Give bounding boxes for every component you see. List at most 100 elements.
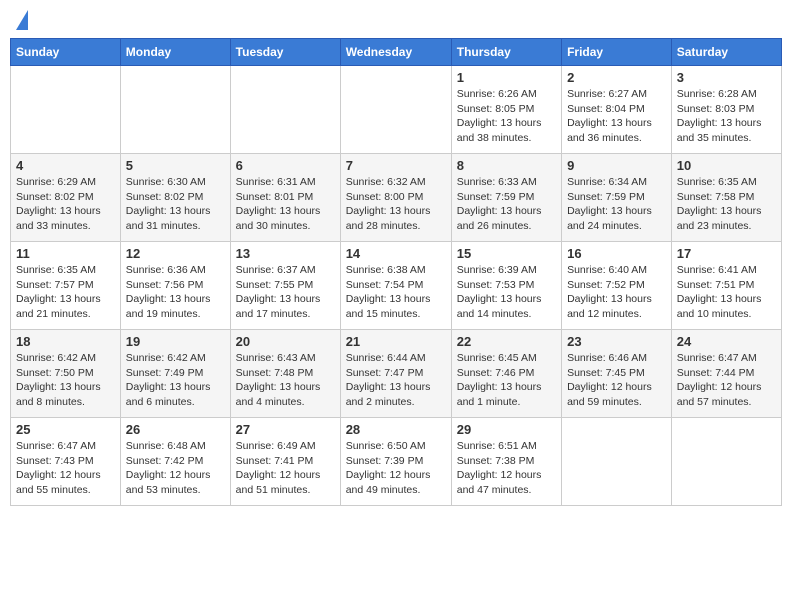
day-info: Sunrise: 6:34 AMSunset: 7:59 PMDaylight:… <box>567 175 666 234</box>
calendar-cell: 15 Sunrise: 6:39 AMSunset: 7:53 PMDayligh… <box>451 242 561 330</box>
header-cell-friday: Friday <box>562 39 672 66</box>
calendar-table: SundayMondayTuesdayWednesdayThursdayFrid… <box>10 38 782 506</box>
day-number: 11 <box>16 246 115 261</box>
calendar-cell <box>11 66 121 154</box>
calendar-cell: 21 Sunrise: 6:44 AMSunset: 7:47 PMDayligh… <box>340 330 451 418</box>
calendar-cell: 18 Sunrise: 6:42 AMSunset: 7:50 PMDayligh… <box>11 330 121 418</box>
calendar-cell: 14Sunrise: 6:38 AMSunset: 7:54 PMDayligh… <box>340 242 451 330</box>
day-number: 9 <box>567 158 666 173</box>
header-cell-thursday: Thursday <box>451 39 561 66</box>
calendar-week-0: 1 Sunrise: 6:26 AMSunset: 8:05 PMDaylight… <box>11 66 782 154</box>
day-number: 20 <box>236 334 335 349</box>
calendar-cell: 13 Sunrise: 6:37 AMSunset: 7:55 PMDayligh… <box>230 242 340 330</box>
day-number: 15 <box>457 246 556 261</box>
page-header <box>10 10 782 32</box>
header-cell-tuesday: Tuesday <box>230 39 340 66</box>
day-number: 24 <box>677 334 776 349</box>
calendar-cell: 26Sunrise: 6:48 AMSunset: 7:42 PMDayligh… <box>120 418 230 506</box>
calendar-cell: 17 Sunrise: 6:41 AMSunset: 7:51 PMDayligh… <box>671 242 781 330</box>
day-info: Sunrise: 6:31 AMSunset: 8:01 PMDaylight:… <box>236 175 335 234</box>
day-number: 18 <box>16 334 115 349</box>
calendar-cell: 28Sunrise: 6:50 AMSunset: 7:39 PMDayligh… <box>340 418 451 506</box>
calendar-cell: 5 Sunrise: 6:30 AMSunset: 8:02 PMDaylight… <box>120 154 230 242</box>
calendar-cell: 7 Sunrise: 6:32 AMSunset: 8:00 PMDaylight… <box>340 154 451 242</box>
calendar-cell <box>340 66 451 154</box>
logo <box>14 10 28 32</box>
day-number: 6 <box>236 158 335 173</box>
day-info: Sunrise: 6:32 AMSunset: 8:00 PMDaylight:… <box>346 175 446 234</box>
day-number: 16 <box>567 246 666 261</box>
calendar-cell: 8Sunrise: 6:33 AMSunset: 7:59 PMDaylight… <box>451 154 561 242</box>
day-info: Sunrise: 6:33 AMSunset: 7:59 PMDaylight:… <box>457 175 556 234</box>
day-info: Sunrise: 6:37 AMSunset: 7:55 PMDaylight:… <box>236 263 335 322</box>
day-number: 10 <box>677 158 776 173</box>
calendar-cell: 12 Sunrise: 6:36 AMSunset: 7:56 PMDayligh… <box>120 242 230 330</box>
day-info: Sunrise: 6:45 AMSunset: 7:46 PMDaylight:… <box>457 351 556 410</box>
calendar-cell: 3Sunrise: 6:28 AMSunset: 8:03 PMDaylight… <box>671 66 781 154</box>
calendar-cell: 16 Sunrise: 6:40 AMSunset: 7:52 PMDayligh… <box>562 242 672 330</box>
calendar-cell: 24 Sunrise: 6:47 AMSunset: 7:44 PMDayligh… <box>671 330 781 418</box>
calendar-cell <box>230 66 340 154</box>
day-number: 7 <box>346 158 446 173</box>
day-info: Sunrise: 6:47 AMSunset: 7:43 PMDaylight:… <box>16 439 115 498</box>
day-number: 2 <box>567 70 666 85</box>
calendar-cell: 23Sunrise: 6:46 AMSunset: 7:45 PMDayligh… <box>562 330 672 418</box>
header-cell-saturday: Saturday <box>671 39 781 66</box>
calendar-cell: 4Sunrise: 6:29 AMSunset: 8:02 PMDaylight… <box>11 154 121 242</box>
calendar-cell: 25 Sunrise: 6:47 AMSunset: 7:43 PMDayligh… <box>11 418 121 506</box>
day-info: Sunrise: 6:49 AMSunset: 7:41 PMDaylight:… <box>236 439 335 498</box>
day-number: 29 <box>457 422 556 437</box>
calendar-cell <box>562 418 672 506</box>
calendar-week-2: 11 Sunrise: 6:35 AMSunset: 7:57 PMDayligh… <box>11 242 782 330</box>
header-cell-wednesday: Wednesday <box>340 39 451 66</box>
calendar-cell: 2 Sunrise: 6:27 AMSunset: 8:04 PMDaylight… <box>562 66 672 154</box>
calendar-cell: 27 Sunrise: 6:49 AMSunset: 7:41 PMDayligh… <box>230 418 340 506</box>
day-info: Sunrise: 6:36 AMSunset: 7:56 PMDaylight:… <box>126 263 225 322</box>
calendar-cell: 11 Sunrise: 6:35 AMSunset: 7:57 PMDayligh… <box>11 242 121 330</box>
day-info: Sunrise: 6:26 AMSunset: 8:05 PMDaylight:… <box>457 87 556 146</box>
day-number: 25 <box>16 422 115 437</box>
day-info: Sunrise: 6:41 AMSunset: 7:51 PMDaylight:… <box>677 263 776 322</box>
header-cell-sunday: Sunday <box>11 39 121 66</box>
calendar-week-4: 25 Sunrise: 6:47 AMSunset: 7:43 PMDayligh… <box>11 418 782 506</box>
header-cell-monday: Monday <box>120 39 230 66</box>
calendar-cell <box>671 418 781 506</box>
day-info: Sunrise: 6:29 AMSunset: 8:02 PMDaylight:… <box>16 175 115 234</box>
day-info: Sunrise: 6:48 AMSunset: 7:42 PMDaylight:… <box>126 439 225 498</box>
day-number: 22 <box>457 334 556 349</box>
day-info: Sunrise: 6:42 AMSunset: 7:50 PMDaylight:… <box>16 351 115 410</box>
day-info: Sunrise: 6:50 AMSunset: 7:39 PMDaylight:… <box>346 439 446 498</box>
calendar-header-row: SundayMondayTuesdayWednesdayThursdayFrid… <box>11 39 782 66</box>
day-info: Sunrise: 6:35 AMSunset: 7:57 PMDaylight:… <box>16 263 115 322</box>
day-number: 12 <box>126 246 225 261</box>
day-number: 13 <box>236 246 335 261</box>
calendar-cell: 6 Sunrise: 6:31 AMSunset: 8:01 PMDaylight… <box>230 154 340 242</box>
day-number: 27 <box>236 422 335 437</box>
day-info: Sunrise: 6:51 AMSunset: 7:38 PMDaylight:… <box>457 439 556 498</box>
day-info: Sunrise: 6:30 AMSunset: 8:02 PMDaylight:… <box>126 175 225 234</box>
day-number: 1 <box>457 70 556 85</box>
calendar-week-1: 4Sunrise: 6:29 AMSunset: 8:02 PMDaylight… <box>11 154 782 242</box>
day-number: 5 <box>126 158 225 173</box>
day-number: 17 <box>677 246 776 261</box>
calendar-cell: 1 Sunrise: 6:26 AMSunset: 8:05 PMDaylight… <box>451 66 561 154</box>
day-info: Sunrise: 6:39 AMSunset: 7:53 PMDaylight:… <box>457 263 556 322</box>
calendar-cell: 22 Sunrise: 6:45 AMSunset: 7:46 PMDayligh… <box>451 330 561 418</box>
calendar-cell: 9 Sunrise: 6:34 AMSunset: 7:59 PMDaylight… <box>562 154 672 242</box>
day-number: 3 <box>677 70 776 85</box>
calendar-cell: 10Sunrise: 6:35 AMSunset: 7:58 PMDayligh… <box>671 154 781 242</box>
calendar-cell: 29 Sunrise: 6:51 AMSunset: 7:38 PMDayligh… <box>451 418 561 506</box>
calendar-week-3: 18 Sunrise: 6:42 AMSunset: 7:50 PMDayligh… <box>11 330 782 418</box>
day-number: 21 <box>346 334 446 349</box>
day-info: Sunrise: 6:42 AMSunset: 7:49 PMDaylight:… <box>126 351 225 410</box>
day-info: Sunrise: 6:43 AMSunset: 7:48 PMDaylight:… <box>236 351 335 410</box>
day-info: Sunrise: 6:44 AMSunset: 7:47 PMDaylight:… <box>346 351 446 410</box>
day-number: 14 <box>346 246 446 261</box>
day-info: Sunrise: 6:40 AMSunset: 7:52 PMDaylight:… <box>567 263 666 322</box>
day-info: Sunrise: 6:46 AMSunset: 7:45 PMDaylight:… <box>567 351 666 410</box>
calendar-cell <box>120 66 230 154</box>
day-info: Sunrise: 6:27 AMSunset: 8:04 PMDaylight:… <box>567 87 666 146</box>
calendar-cell: 20 Sunrise: 6:43 AMSunset: 7:48 PMDayligh… <box>230 330 340 418</box>
logo-triangle-icon <box>16 10 28 30</box>
day-info: Sunrise: 6:47 AMSunset: 7:44 PMDaylight:… <box>677 351 776 410</box>
